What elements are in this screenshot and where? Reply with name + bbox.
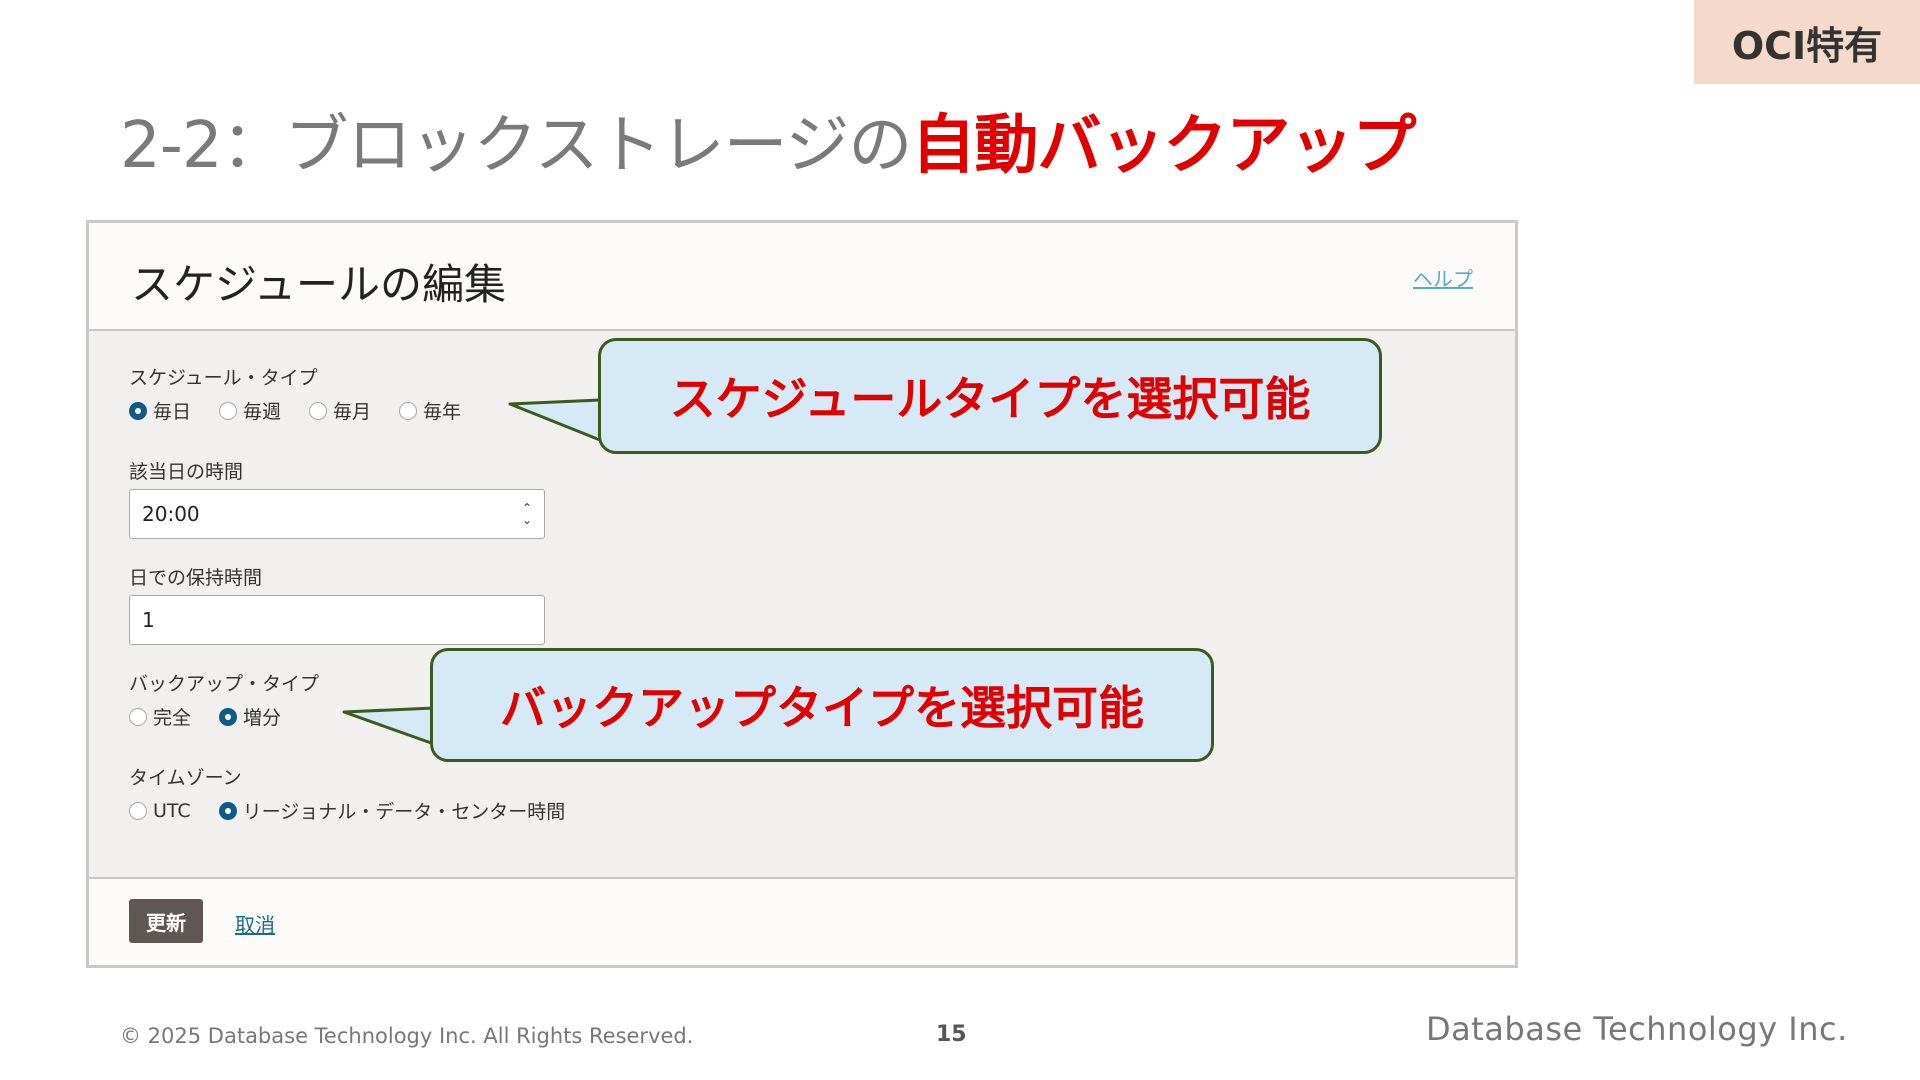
slide-title-highlight: 自動バックアップ — [911, 109, 1416, 183]
backup-type-callout: バックアップタイプを選択可能 — [430, 648, 1214, 762]
time-of-day-select[interactable]: 20:00 ⌃ ⌄ — [129, 489, 545, 539]
dialog-header: スケジュールの編集 ヘルプ — [89, 223, 1515, 331]
dialog-title: スケジュールの編集 — [131, 260, 507, 309]
radio-option-utc[interactable]: UTC — [129, 800, 191, 822]
backup-callout-tail — [342, 706, 437, 746]
radio-incremental-label: 増分 — [243, 707, 282, 729]
retention-value: 1 — [142, 608, 155, 632]
radio-daily-label: 毎日 — [153, 401, 192, 423]
retention-input[interactable]: 1 — [129, 595, 545, 645]
radio-yearly[interactable] — [399, 401, 418, 420]
timezone-label: タイムゾーン — [129, 767, 242, 789]
update-button[interactable]: 更新 — [129, 899, 203, 943]
radio-utc[interactable] — [129, 801, 147, 820]
radio-option-full[interactable]: 完全 — [129, 703, 191, 730]
backup-type-radio-group: 完全 増分 — [129, 703, 309, 730]
schedule-type-radio-group: 毎日 毎週 毎月 毎年 — [129, 397, 489, 424]
time-of-day-value: 20:00 — [142, 502, 200, 526]
radio-regional-label: リージョナル・データ・センター時間 — [242, 801, 566, 823]
radio-full-label: 完全 — [153, 707, 192, 729]
retention-label: 日での保持時間 — [129, 567, 263, 589]
spinner-icon[interactable]: ⌃ ⌄ — [520, 499, 534, 529]
help-link[interactable]: ヘルプ — [1413, 263, 1473, 292]
radio-option-regional[interactable]: リージョナル・データ・センター時間 — [218, 797, 566, 824]
radio-option-yearly[interactable]: 毎年 — [399, 397, 461, 424]
radio-option-incremental[interactable]: 増分 — [219, 703, 281, 730]
radio-option-weekly[interactable]: 毎週 — [219, 397, 281, 424]
backup-type-label: バックアップ・タイプ — [129, 673, 320, 695]
radio-yearly-label: 毎年 — [423, 401, 462, 423]
schedule-callout-tail — [508, 398, 603, 442]
time-of-day-label: 該当日の時間 — [129, 461, 244, 483]
radio-utc-label: UTC — [153, 799, 191, 822]
brand-logo-text: Database Technology Inc. — [1426, 1010, 1848, 1048]
dialog-footer: 更新 取消 — [89, 877, 1515, 965]
cancel-link[interactable]: 取消 — [235, 909, 275, 938]
schedule-type-callout: スケジュールタイプを選択可能 — [598, 338, 1382, 454]
timezone-radio-group: UTC リージョナル・データ・センター時間 — [129, 797, 593, 824]
slide-title-prefix: 2-2：ブロックストレージの — [120, 109, 912, 183]
copyright-text: © 2025 Database Technology Inc. All Righ… — [120, 1024, 694, 1048]
radio-monthly[interactable] — [309, 401, 328, 420]
page-number: 15 — [936, 1022, 967, 1047]
schedule-type-label: スケジュール・タイプ — [129, 367, 318, 389]
radio-weekly-label: 毎週 — [243, 401, 282, 423]
radio-regional[interactable] — [218, 801, 237, 820]
radio-incremental[interactable] — [219, 707, 238, 726]
radio-monthly-label: 毎月 — [333, 401, 372, 423]
edit-schedule-dialog: スケジュールの編集 ヘルプ スケジュール・タイプ 毎日 毎週 毎月 毎年 該当日… — [86, 220, 1518, 968]
slide-title: 2-2：ブロックストレージの自動バックアップ — [120, 94, 1416, 186]
radio-daily[interactable] — [129, 401, 147, 420]
radio-option-monthly[interactable]: 毎月 — [309, 397, 371, 424]
radio-option-daily[interactable]: 毎日 — [129, 397, 191, 424]
radio-weekly[interactable] — [219, 401, 238, 420]
oci-badge: OCI特有 — [1694, 0, 1920, 84]
radio-full[interactable] — [129, 707, 147, 726]
